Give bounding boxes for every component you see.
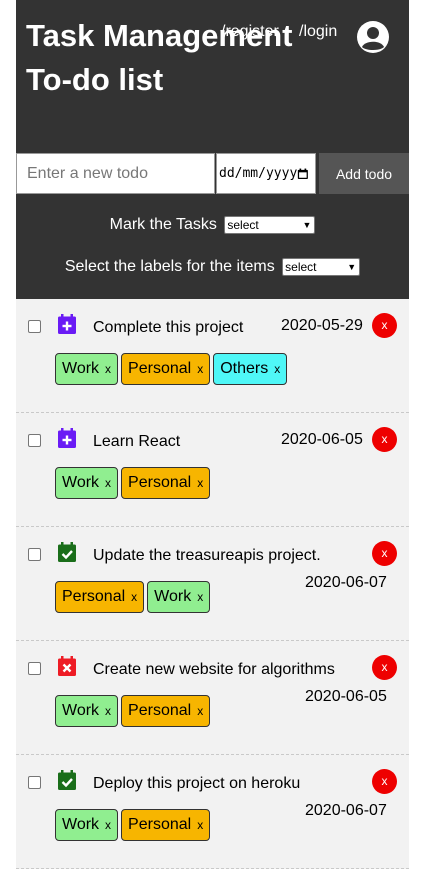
todo-item: Deploy this project on heroku 2020-06-07… — [16, 755, 409, 869]
todo-text: Create new website for algorithms — [93, 661, 335, 678]
labels-select[interactable]: select ▼ — [282, 258, 361, 276]
delete-todo-button[interactable]: x — [372, 313, 397, 338]
todo-date: 2020-05-29 — [281, 317, 363, 334]
labels-select-row: Select the labels for the items select ▼ — [16, 258, 409, 276]
remove-label-button[interactable]: x — [197, 476, 203, 490]
todo-checkbox[interactable] — [28, 548, 41, 561]
todo-text: Learn React — [93, 433, 181, 450]
label-name: Personal — [128, 816, 192, 833]
remove-label-button[interactable]: x — [197, 818, 203, 832]
todo-list: Complete this project 2020-05-29 x Work x… — [16, 299, 409, 869]
labels-select-label: Select the labels for the items — [64, 258, 275, 276]
chevron-down-icon: ▼ — [302, 220, 312, 230]
delete-todo-button[interactable]: x — [372, 541, 397, 566]
remove-label-button[interactable]: x — [131, 590, 137, 604]
todo-date: 2020-06-05 — [305, 688, 387, 705]
delete-todo-button[interactable]: x — [372, 655, 397, 680]
login-link[interactable]: /login — [299, 23, 337, 41]
label-tag-work: Work x — [55, 467, 119, 499]
todo-labels: Personal x Work x — [55, 581, 213, 613]
todo-text: Complete this project — [93, 319, 244, 336]
calendar-plus-icon — [58, 428, 76, 448]
calendar-check-icon — [58, 542, 76, 562]
date-input[interactable]: dd/mm/yyyy — [216, 153, 316, 194]
todo-item: Learn React 2020-06-05 x Work x Personal x — [16, 413, 409, 527]
todo-item: Complete this project 2020-05-29 x Work x… — [16, 299, 409, 413]
label-name: Personal — [128, 702, 192, 719]
label-name: Work — [62, 702, 100, 719]
calendar-picker-icon[interactable] — [297, 167, 309, 181]
remove-label-button[interactable]: x — [197, 590, 203, 604]
remove-label-button[interactable]: x — [105, 362, 111, 376]
mark-tasks-label: Mark the Tasks — [109, 216, 217, 234]
label-tag-personal: Personal x — [55, 581, 145, 613]
delete-todo-button[interactable]: x — [372, 427, 397, 452]
label-tag-work: Work x — [55, 353, 119, 385]
todo-labels: Work x Personal x — [55, 467, 213, 499]
labels-select-value: select — [285, 260, 317, 274]
label-tag-personal: Personal x — [121, 467, 211, 499]
label-tag-personal: Personal x — [121, 809, 211, 841]
filter-controls: Mark the Tasks select ▼ Select the label… — [16, 196, 409, 299]
label-tag-work: Work x — [55, 695, 119, 727]
label-tag-work: Work x — [147, 581, 211, 613]
todo-labels: Work x Personal x Others x — [55, 353, 290, 385]
todo-labels: Work x Personal x — [55, 809, 213, 841]
add-todo-button[interactable]: Add todo — [319, 153, 409, 194]
label-name: Others — [220, 360, 269, 377]
todo-text: Deploy this project on heroku — [93, 775, 301, 792]
todo-date: 2020-06-07 — [305, 802, 387, 819]
date-placeholder: dd/mm/yyyy — [219, 166, 298, 181]
todo-date: 2020-06-05 — [281, 431, 363, 448]
label-tag-personal: Personal x — [121, 353, 211, 385]
label-name: Work — [62, 816, 100, 833]
mark-tasks-row: Mark the Tasks select ▼ — [16, 216, 409, 234]
todo-input[interactable] — [16, 153, 215, 194]
label-name: Work — [154, 588, 192, 605]
remove-label-button[interactable]: x — [105, 476, 111, 490]
label-tag-others: Others x — [213, 353, 288, 385]
calendar-check-icon — [58, 770, 76, 790]
label-name: Personal — [128, 360, 192, 377]
todo-checkbox[interactable] — [28, 662, 41, 675]
todo-checkbox[interactable] — [28, 320, 41, 333]
label-name: Personal — [128, 474, 192, 491]
add-todo-form: dd/mm/yyyy Add todo — [16, 153, 409, 196]
remove-label-button[interactable]: x — [197, 704, 203, 718]
todo-item: Update the treasureapis project. 2020-06… — [16, 527, 409, 641]
todo-checkbox[interactable] — [28, 776, 41, 789]
remove-label-button[interactable]: x — [274, 362, 280, 376]
todo-checkbox[interactable] — [28, 434, 41, 447]
todo-date: 2020-06-07 — [305, 574, 387, 591]
page-title: Task Management To-do list — [26, 18, 293, 97]
calendar-times-icon — [58, 656, 76, 676]
remove-label-button[interactable]: x — [105, 704, 111, 718]
user-account-icon[interactable] — [356, 20, 390, 54]
mark-tasks-select[interactable]: select ▼ — [224, 216, 316, 234]
app: Task Management To-do list /register /lo… — [16, 0, 409, 869]
todo-text: Update the treasureapis project. — [93, 547, 321, 564]
label-tag-work: Work x — [55, 809, 119, 841]
calendar-plus-icon — [58, 314, 76, 334]
label-name: Personal — [62, 588, 126, 605]
remove-label-button[interactable]: x — [105, 818, 111, 832]
label-name: Work — [62, 474, 100, 491]
chevron-down-icon: ▼ — [347, 262, 357, 272]
label-name: Work — [62, 360, 100, 377]
todo-item: Create new website for algorithms 2020-0… — [16, 641, 409, 755]
remove-label-button[interactable]: x — [197, 362, 203, 376]
label-tag-personal: Personal x — [121, 695, 211, 727]
header: Task Management To-do list /register /lo… — [16, 0, 409, 153]
mark-tasks-select-value: select — [227, 218, 259, 232]
todo-labels: Work x Personal x — [55, 695, 213, 727]
register-link[interactable]: /register — [221, 23, 279, 41]
delete-todo-button[interactable]: x — [372, 769, 397, 794]
